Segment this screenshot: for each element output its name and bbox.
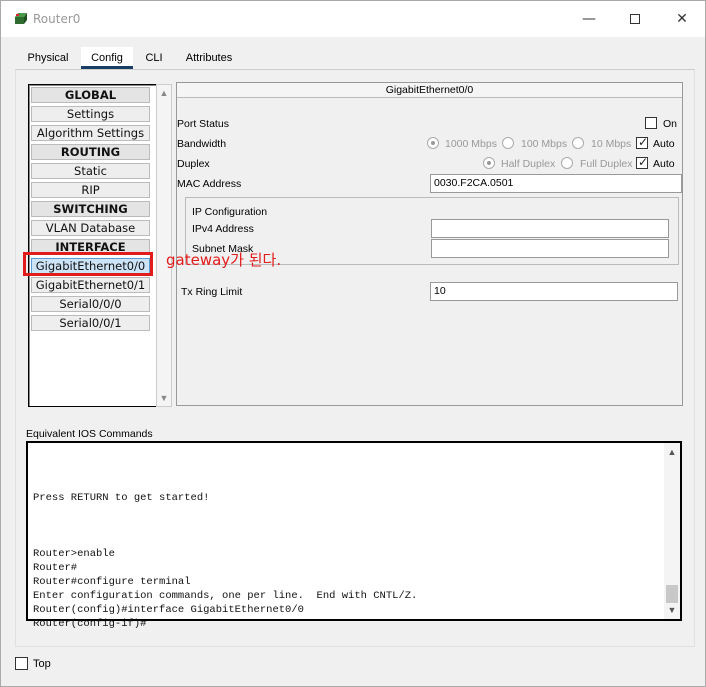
scroll-up-icon[interactable]: ▲: [157, 86, 171, 100]
router-window: Router0 — ✕ Physical Config CLI Attribut…: [0, 0, 706, 687]
console-line: Router#configure terminal: [33, 576, 191, 588]
sidebar-header-global: GLOBAL: [31, 87, 150, 103]
tx-ring-limit-label: Tx Ring Limit: [181, 286, 243, 298]
ios-commands-label: Equivalent IOS Commands: [26, 428, 153, 440]
console-line: Router#: [33, 562, 78, 574]
console-line: Router>enable: [33, 548, 115, 560]
config-sidebar: GLOBAL Settings Algorithm Settings ROUTI…: [28, 84, 166, 407]
window-title: Router0: [33, 12, 81, 26]
ip-configuration-label: IP Configuration: [192, 206, 268, 218]
subnet-mask-field[interactable]: [431, 239, 669, 258]
ipv4-address-label: IPv4 Address: [192, 223, 254, 235]
bandwidth-1000-radio[interactable]: [427, 137, 439, 149]
bandwidth-label: Bandwidth: [177, 138, 227, 150]
duplex-label: Duplex: [177, 158, 210, 170]
sidebar-item-settings[interactable]: Settings: [31, 106, 150, 122]
console-line: Press RETURN to get started!: [33, 492, 210, 504]
interface-panel: GigabitEthernet0/0 Port Status On Bandwi…: [176, 82, 683, 406]
tab-config[interactable]: Config: [81, 47, 133, 69]
sidebar-item-vlan-database[interactable]: VLAN Database: [31, 220, 150, 236]
bandwidth-100-radio[interactable]: [502, 137, 514, 149]
console-line: Enter configuration commands, one per li…: [33, 590, 418, 602]
top-label: Top: [33, 658, 51, 670]
sidebar-item-gigabitethernet0-1[interactable]: GigabitEthernet0/1: [31, 277, 150, 293]
duplex-half-label: Half Duplex: [501, 158, 556, 170]
console-scrollbar[interactable]: ▲ ▼: [664, 443, 680, 619]
port-on-label: On: [663, 118, 678, 130]
sidebar-header-switching: SWITCHING: [31, 201, 150, 217]
port-status-label: Port Status: [177, 118, 229, 130]
duplex-half-radio[interactable]: [483, 157, 495, 169]
maximize-button[interactable]: [621, 9, 649, 29]
annotation-highlight-box: [23, 252, 153, 276]
sidebar-item-serial0-0-0[interactable]: Serial0/0/0: [31, 296, 150, 312]
bandwidth-auto-checkbox[interactable]: [636, 135, 648, 149]
sidebar-item-algorithm-settings[interactable]: Algorithm Settings: [31, 125, 150, 141]
duplex-full-label: Full Duplex: [580, 158, 633, 170]
sidebar-item-static[interactable]: Static: [31, 163, 150, 179]
tx-ring-limit-field[interactable]: 10: [430, 282, 678, 301]
console-line: Router(config-if)#: [33, 618, 147, 630]
maximize-icon: [630, 14, 640, 24]
sidebar-scrollbar[interactable]: ▲ ▼: [156, 84, 172, 407]
ipv4-address-field[interactable]: [431, 219, 669, 238]
bandwidth-10-label: 10 Mbps: [591, 138, 632, 150]
panel-title: GigabitEthernet0/0: [177, 83, 682, 98]
mac-address-label: MAC Address: [177, 178, 242, 190]
console-scroll-down-icon[interactable]: ▼: [664, 603, 680, 617]
tab-attributes[interactable]: Attributes: [175, 47, 243, 69]
title-bar[interactable]: Router0 — ✕: [1, 1, 705, 37]
console-scroll-thumb[interactable]: [666, 585, 678, 603]
top-checkbox[interactable]: [15, 657, 28, 670]
scroll-down-icon[interactable]: ▼: [157, 391, 171, 405]
router-app-icon: [15, 13, 27, 24]
bandwidth-100-label: 100 Mbps: [521, 138, 568, 150]
sidebar-item-serial0-0-1[interactable]: Serial0/0/1: [31, 315, 150, 331]
mac-address-field[interactable]: 0030.F2CA.0501: [430, 174, 682, 193]
sidebar-header-routing: ROUTING: [31, 144, 150, 160]
console-text: Press RETURN to get started! Router>enab…: [33, 449, 417, 631]
duplex-auto-checkbox[interactable]: [636, 155, 648, 169]
bandwidth-1000-label: 1000 Mbps: [445, 138, 497, 150]
console-line: Router(config)#interface GigabitEthernet…: [33, 604, 304, 616]
duplex-auto-label: Auto: [653, 158, 675, 170]
tab-cli[interactable]: CLI: [135, 47, 173, 69]
bandwidth-10-radio[interactable]: [572, 137, 584, 149]
console-scroll-up-icon[interactable]: ▲: [664, 445, 680, 459]
port-on-checkbox[interactable]: [645, 117, 657, 129]
annotation-text: gateway가 된다.: [166, 251, 282, 269]
ios-commands-console[interactable]: Press RETURN to get started! Router>enab…: [26, 441, 682, 630]
close-button[interactable]: ✕: [668, 9, 696, 29]
bandwidth-auto-label: Auto: [653, 138, 675, 150]
tab-physical[interactable]: Physical: [15, 47, 81, 69]
duplex-full-radio[interactable]: [561, 157, 573, 169]
minimize-button[interactable]: —: [575, 9, 603, 29]
sidebar-item-rip[interactable]: RIP: [31, 182, 150, 198]
